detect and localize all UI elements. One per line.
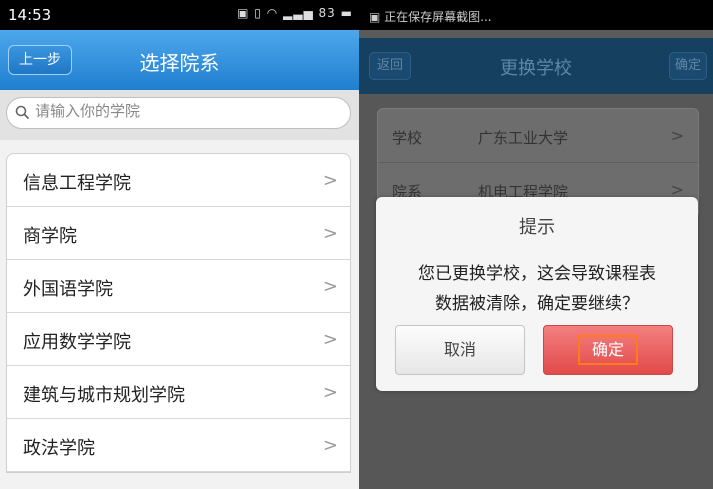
list-item[interactable]: 外国语学院 > xyxy=(7,260,350,313)
right-screen: ▣ 正在保存屏幕截图... 返回 更换学校 确定 学校 广东工业大学 > 院系 … xyxy=(359,0,713,489)
row-key: 学校 xyxy=(392,129,423,147)
wifi-icon: ◠ xyxy=(266,6,279,20)
chevron-right-icon: > xyxy=(322,223,338,244)
list-item-label: 应用数学学院 xyxy=(23,332,131,353)
cancel-button[interactable]: 取消 xyxy=(395,325,525,375)
navbar: 返回 更换学校 确定 xyxy=(359,38,713,94)
search-area xyxy=(0,90,359,140)
list-item-label: 商学院 xyxy=(23,226,77,247)
page-title: 选择院系 xyxy=(139,51,220,75)
chevron-right-icon: > xyxy=(322,170,338,191)
signal-icon: ▂▃▅ xyxy=(283,6,314,20)
search-icon xyxy=(15,105,29,119)
school-row[interactable]: 学校 广东工业大学 > xyxy=(378,109,698,163)
ok-button[interactable]: 确定 xyxy=(543,325,673,375)
page-title: 更换学校 xyxy=(500,58,572,79)
list-item[interactable]: 商学院 > xyxy=(7,207,350,260)
vibrate-icon: ▯ xyxy=(254,6,262,20)
screenshot-notification: ▣ 正在保存屏幕截图... xyxy=(369,8,492,25)
list-item[interactable]: 建筑与城市规划学院 > xyxy=(7,366,350,419)
dialog-title: 提示 xyxy=(519,217,555,238)
department-list: 信息工程学院 > 商学院 > 外国语学院 > 应用数学学院 > 建筑与城市规划学… xyxy=(6,153,351,473)
list-item-label: 建筑与城市规划学院 xyxy=(23,385,185,406)
ok-button-label: 确定 xyxy=(577,335,638,365)
dialog-message: 您已更换学校，这会导致课程表 数据被清除，确定要继续？ xyxy=(390,259,684,319)
chevron-right-icon: > xyxy=(322,435,338,456)
status-bar: ▣ 正在保存屏幕截图... xyxy=(359,0,713,30)
left-screen: 14:53 ▣ ▯ ◠ ▂▃▅ 83 ▬ 上一步 选择院系 信息工程学院 > 商… xyxy=(0,0,359,489)
confirm-dialog: 提示 您已更换学校，这会导致课程表 数据被清除，确定要继续？ 取消 确定 xyxy=(376,197,698,391)
navbar: 上一步 选择院系 xyxy=(0,30,359,90)
dialog-message-line: 数据被清除，确定要继续？ xyxy=(435,294,639,314)
chevron-right-icon: > xyxy=(322,382,338,403)
search-box[interactable] xyxy=(6,97,351,129)
list-item[interactable]: 信息工程学院 > xyxy=(7,154,350,207)
image-icon: ▣ xyxy=(237,6,250,20)
status-time: 14:53 xyxy=(8,6,52,24)
list-item[interactable]: 应用数学学院 > xyxy=(7,313,350,366)
status-bar: 14:53 ▣ ▯ ◠ ▂▃▅ 83 ▬ xyxy=(0,0,359,30)
list-item[interactable]: 政法学院 > xyxy=(7,419,350,472)
chevron-right-icon: > xyxy=(322,276,338,297)
battery-level: 83 xyxy=(318,6,336,20)
notification-text: 正在保存屏幕截图... xyxy=(384,10,492,24)
list-item-label: 信息工程学院 xyxy=(23,173,131,194)
chevron-right-icon: > xyxy=(322,329,338,350)
chevron-right-icon: > xyxy=(670,126,684,145)
row-value: 广东工业大学 xyxy=(478,129,569,147)
status-icons: ▣ ▯ ◠ ▂▃▅ 83 ▬ xyxy=(237,6,353,20)
confirm-button[interactable]: 确定 xyxy=(669,52,707,80)
list-item-label: 政法学院 xyxy=(23,438,95,459)
list-item-label: 外国语学院 xyxy=(23,279,113,300)
search-input[interactable] xyxy=(35,102,335,120)
image-icon: ▣ xyxy=(369,10,385,24)
dialog-message-line: 您已更换学校，这会导致课程表 xyxy=(418,264,656,284)
battery-icon: ▬ xyxy=(340,6,353,20)
